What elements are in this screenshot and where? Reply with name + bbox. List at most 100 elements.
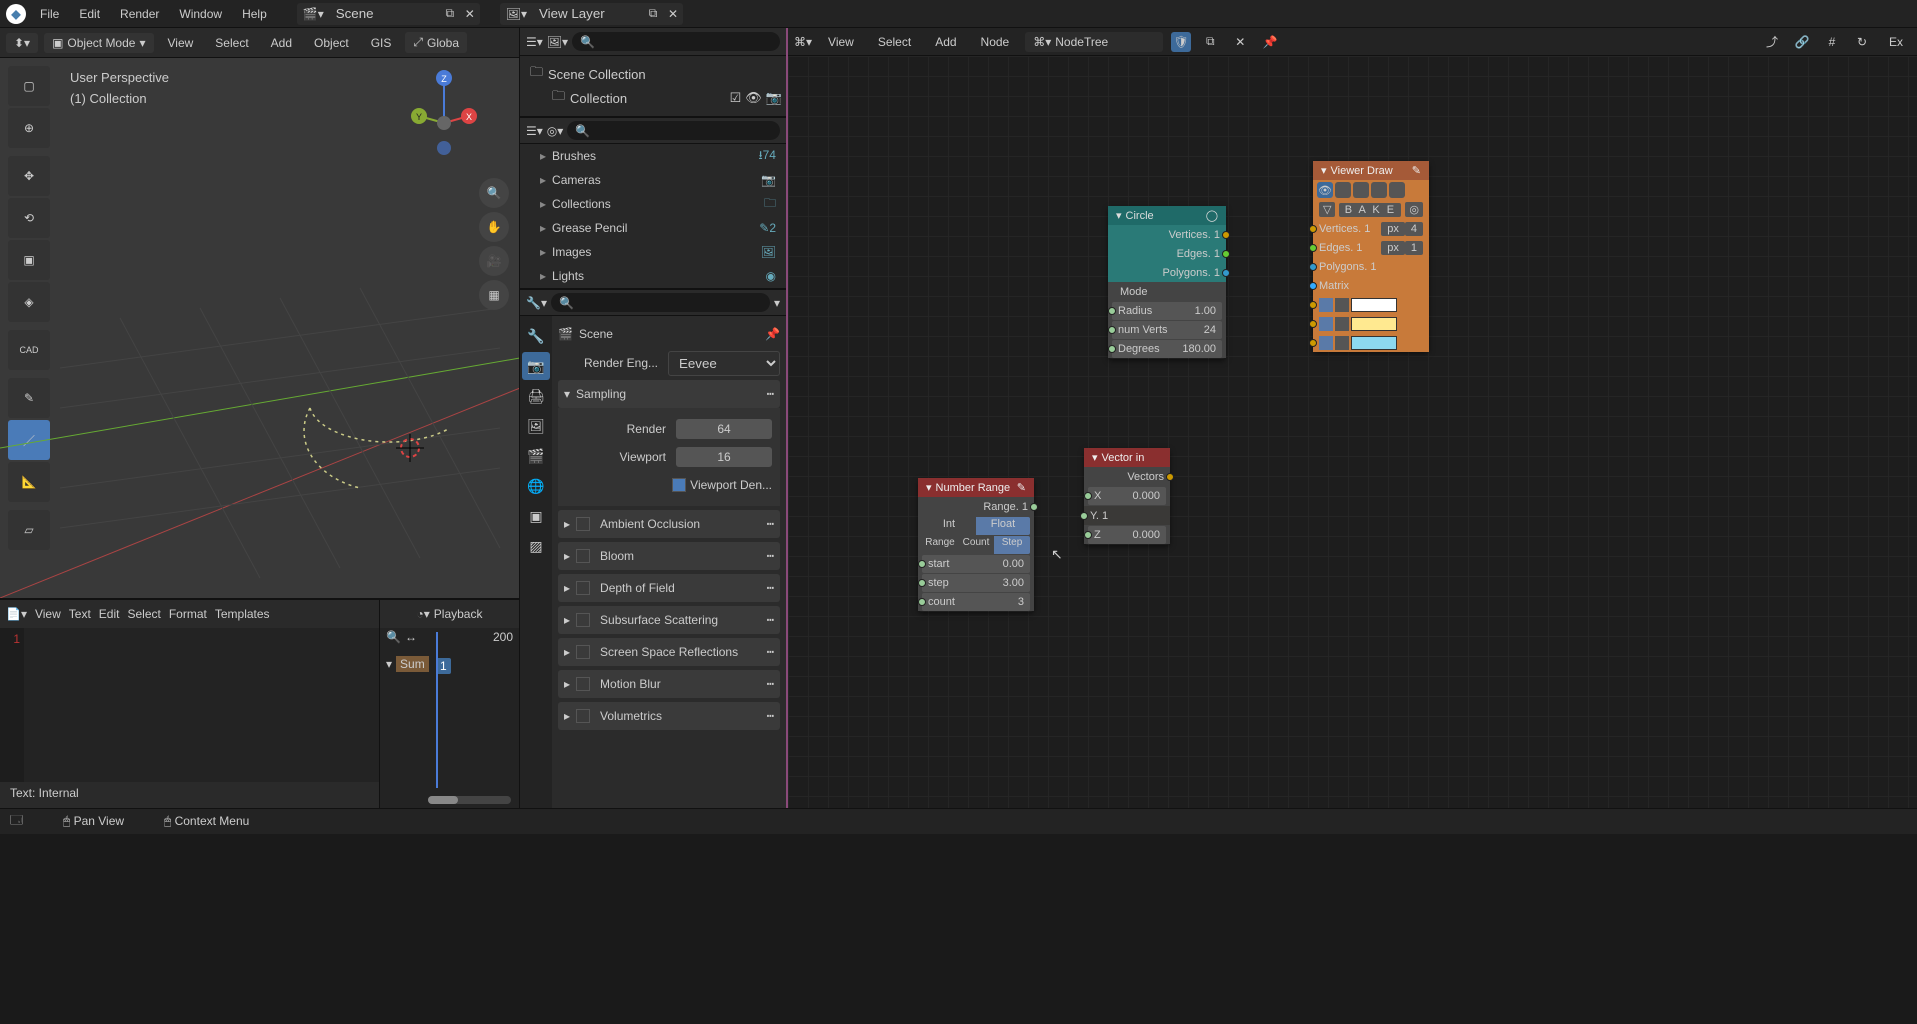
viewport-samples-value[interactable]: 16	[676, 447, 772, 467]
viewer-col2b-btn[interactable]	[1335, 317, 1349, 331]
viewport-menu-object[interactable]: Object	[306, 33, 357, 53]
tab-viewlayer[interactable]: 🖼	[522, 412, 550, 440]
text-menu-text[interactable]: Text	[69, 607, 91, 621]
menu-window[interactable]: Window	[169, 3, 232, 25]
measure-tool[interactable]: ／	[8, 420, 50, 460]
tab-scene[interactable]: 🎬	[522, 442, 550, 470]
tab-output[interactable]: 🖨	[522, 382, 550, 410]
playback-menu[interactable]: Playback	[434, 607, 483, 621]
menu-render[interactable]: Render	[110, 3, 169, 25]
outliner-display-dropdown[interactable]: 🖼▾	[547, 35, 568, 49]
range-mode-count[interactable]: Count	[958, 536, 994, 554]
zoom-button[interactable]: 🔍	[479, 178, 509, 208]
vector-y[interactable]: Y. 1	[1084, 506, 1170, 525]
vector-x[interactable]: X0.000	[1088, 487, 1166, 505]
circle-out-vertices[interactable]: Vertices. 1	[1108, 225, 1226, 244]
databrowser-search[interactable]: 🔍	[567, 121, 780, 140]
text-content[interactable]	[24, 628, 379, 782]
range-type-int[interactable]: Int	[922, 517, 976, 535]
viewport-menu-view[interactable]: View	[160, 33, 202, 53]
viewer-in-vertices[interactable]: Vertices. 1px4	[1313, 219, 1429, 238]
nodetree-selector[interactable]: ⌘▾ NodeTree	[1025, 32, 1163, 52]
text-menu-select[interactable]: Select	[127, 607, 160, 621]
viewer-col3-btn[interactable]	[1319, 336, 1333, 350]
outliner-row-collection[interactable]: 🗀 Collection ☑ 👁 📷	[524, 86, 782, 110]
datarow-lights[interactable]: ▸Lights◉	[520, 264, 786, 288]
current-frame[interactable]: 1	[436, 658, 451, 674]
node-canvas[interactable]: ▾Circle◯ Vertices. 1 Edges. 1 Polygons. …	[788, 56, 1917, 808]
viewport-3d[interactable]: ▢ ⊕ ✥ ⟲ ▣ ◈ CAD ✎ ／ 📐 ▱ User Perspective…	[0, 58, 519, 598]
options-icon[interactable]: ┅	[767, 581, 774, 595]
viewer-btn3[interactable]	[1353, 182, 1369, 198]
options-icon[interactable]: ┅	[767, 645, 774, 659]
viewer-in-edges[interactable]: Edges. 1px1	[1313, 238, 1429, 257]
panel-depth-of-field[interactable]: ▸Depth of Field┅	[558, 574, 780, 602]
timeline-scrollbar[interactable]	[428, 796, 511, 804]
viewer-in-matrix[interactable]: Matrix	[1313, 276, 1429, 295]
pencil-icon[interactable]: ✎	[1412, 164, 1421, 177]
text-menu-format[interactable]: Format	[169, 607, 207, 621]
props-search-input[interactable]	[578, 295, 658, 310]
orientation-dropdown[interactable]: ⤢ Globa	[405, 32, 467, 53]
circle-numverts[interactable]: num Verts24	[1112, 321, 1222, 339]
node-vector-in[interactable]: ▾Vector in Vectors X0.000 Y. 1 Z0.000	[1084, 448, 1170, 545]
outliner-search-input[interactable]	[599, 34, 679, 49]
viewlayer-close-button[interactable]: ✕	[663, 7, 683, 21]
viewport-menu-select[interactable]: Select	[207, 33, 256, 53]
text-menu-templates[interactable]: Templates	[215, 607, 270, 621]
circle-degrees[interactable]: Degrees180.00	[1112, 340, 1222, 358]
outliner-search[interactable]: 🔍	[572, 32, 780, 51]
scene-copy-button[interactable]: ⧉	[440, 6, 460, 21]
cursor-tool[interactable]: ⊕	[8, 108, 50, 148]
datarow-images[interactable]: ▸Images🖼	[520, 240, 786, 264]
node-circle[interactable]: ▾Circle◯ Vertices. 1 Edges. 1 Polygons. …	[1108, 206, 1226, 359]
range-count[interactable]: count3	[922, 593, 1030, 611]
viewer-btn2[interactable]	[1335, 182, 1351, 198]
ortho-toggle-button[interactable]: ▦	[479, 280, 509, 310]
tab-object[interactable]: ▣	[522, 502, 550, 530]
range-mode-range[interactable]: Range	[922, 536, 958, 554]
tab-tool[interactable]: 🔧	[522, 322, 550, 350]
viewer-col1b-btn[interactable]	[1335, 298, 1349, 312]
node-menu-select[interactable]: Select	[870, 32, 919, 52]
tab-texture[interactable]: ▨	[522, 532, 550, 560]
node-number-range[interactable]: ▾Number Range✎ Range. 1 Int Float Range …	[918, 478, 1034, 612]
viewer-poly-color[interactable]	[1351, 336, 1397, 350]
circle-mode-checkbox[interactable]: Mode	[1108, 282, 1226, 301]
menu-file[interactable]: File	[30, 3, 69, 25]
viewer-in-polygons[interactable]: Polygons. 1	[1313, 257, 1429, 276]
circle-out-polygons[interactable]: Polygons. 1	[1108, 263, 1226, 282]
text-editor-type-dropdown[interactable]: 📄▾	[6, 607, 27, 621]
nodetree-close-button[interactable]: ✕	[1229, 31, 1251, 53]
checkbox-icon[interactable]: ☑	[730, 90, 742, 106]
viewer-col1-btn[interactable]	[1319, 298, 1333, 312]
refresh-icon[interactable]: ↻	[1851, 31, 1873, 53]
databrowser-search-input[interactable]	[594, 123, 674, 138]
viewlayer-selector[interactable]: 🖼▾ ⧉ ✕	[500, 3, 683, 25]
text-menu-view[interactable]: View	[35, 607, 61, 621]
select-box-tool[interactable]: ▢	[8, 66, 50, 106]
camera-icon[interactable]: 📷	[766, 90, 782, 106]
shield-icon[interactable]: 🛡	[1171, 32, 1191, 52]
upload-icon[interactable]: ⤴	[1761, 31, 1783, 53]
viewport-denoise-checkbox[interactable]	[672, 478, 686, 492]
viewer-col2-btn[interactable]	[1319, 317, 1333, 331]
tab-world[interactable]: 🌐	[522, 472, 550, 500]
range-start[interactable]: start0.00	[922, 555, 1030, 573]
viewport-menu-gis[interactable]: GIS	[363, 33, 400, 53]
datarow-grease-pencil[interactable]: ▸Grease Pencil✎2	[520, 216, 786, 240]
nodetree-copy-button[interactable]: ⧉	[1199, 31, 1221, 53]
pencil-icon[interactable]: ✎	[1017, 481, 1026, 494]
pin-icon[interactable]: 📌	[765, 327, 780, 341]
props-crumb-scene[interactable]: Scene	[579, 327, 613, 341]
viewer-col3b-btn[interactable]	[1335, 336, 1349, 350]
datarow-brushes[interactable]: ▸Brushes⭳74	[520, 144, 786, 168]
panel-volumetrics[interactable]: ▸Volumetrics┅	[558, 702, 780, 730]
transform-tool[interactable]: ◈	[8, 282, 50, 322]
link-icon[interactable]: 🔗	[1791, 31, 1813, 53]
bake-button[interactable]: B A K E	[1339, 203, 1401, 217]
rotate-tool[interactable]: ⟲	[8, 198, 50, 238]
panel-subsurface-scattering[interactable]: ▸Subsurface Scattering┅	[558, 606, 780, 634]
props-search[interactable]: 🔍	[551, 293, 770, 312]
viewport-menu-add[interactable]: Add	[263, 33, 300, 53]
